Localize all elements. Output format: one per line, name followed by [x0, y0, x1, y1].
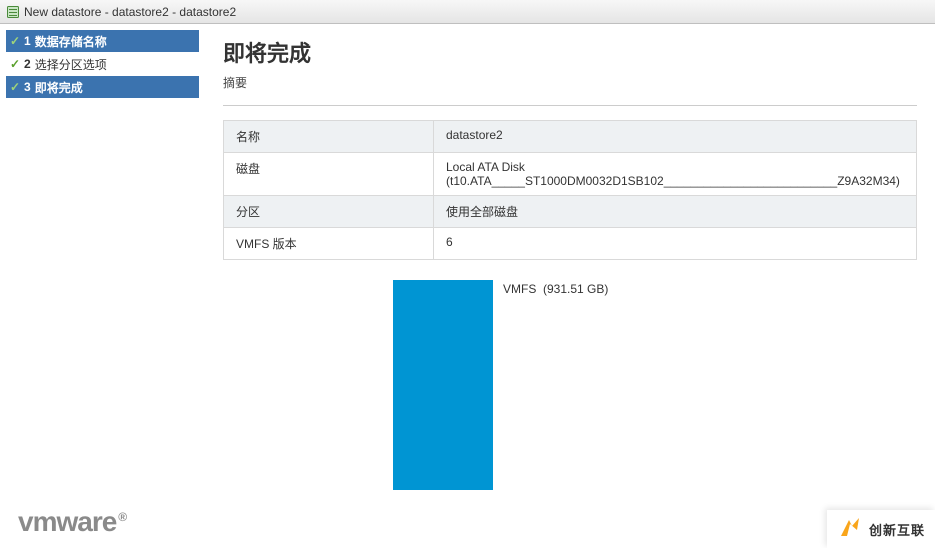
table-row: VMFS 版本 6: [224, 228, 917, 260]
page-subtitle: 摘要: [223, 74, 917, 106]
partition-block: [393, 280, 493, 490]
step-label: 选择分区选项: [35, 56, 195, 73]
summary-value: Local ATA Disk (t10.ATA_____ST1000DM0032…: [434, 153, 917, 196]
table-row: 名称 datastore2: [224, 121, 917, 153]
partition-label: VMFS (931.51 GB): [503, 282, 608, 296]
summary-value: 6: [434, 228, 917, 260]
wizard-step-2[interactable]: ✓ 2 选择分区选项: [6, 53, 199, 75]
window-title: New datastore - datastore2 - datastore2: [24, 5, 236, 19]
brand-text: 创新互联: [869, 520, 925, 539]
step-number: 1: [24, 34, 31, 48]
summary-key: 分区: [224, 196, 434, 228]
wizard-steps: ✓ 1 数据存储名称 ✓ 2 选择分区选项 ✓ 3 即将完成: [0, 24, 205, 502]
step-label: 数据存储名称: [35, 33, 195, 50]
summary-key: VMFS 版本: [224, 228, 434, 260]
check-icon: ✓: [8, 57, 22, 71]
vmware-logo: vmware®: [18, 506, 126, 538]
wizard-step-1[interactable]: ✓ 1 数据存储名称: [6, 30, 199, 52]
brand-badge: 创新互联: [827, 510, 935, 548]
datastore-icon: [6, 5, 20, 19]
summary-value: 使用全部磁盘: [434, 196, 917, 228]
wizard-step-3[interactable]: ✓ 3 即将完成: [6, 76, 199, 98]
check-icon: ✓: [8, 34, 22, 48]
summary-value: datastore2: [434, 121, 917, 153]
step-label: 即将完成: [35, 79, 195, 96]
summary-table: 名称 datastore2 磁盘 Local ATA Disk (t10.ATA…: [223, 120, 917, 260]
table-row: 分区 使用全部磁盘: [224, 196, 917, 228]
partition-visual: VMFS (931.51 GB): [223, 280, 917, 490]
page-title: 即将完成: [223, 36, 917, 68]
check-icon: ✓: [8, 80, 22, 94]
step-number: 2: [24, 57, 31, 71]
table-row: 磁盘 Local ATA Disk (t10.ATA_____ST1000DM0…: [224, 153, 917, 196]
summary-key: 名称: [224, 121, 434, 153]
titlebar: New datastore - datastore2 - datastore2: [0, 0, 935, 24]
brand-icon: [837, 516, 863, 542]
summary-key: 磁盘: [224, 153, 434, 196]
step-number: 3: [24, 80, 31, 94]
main-content: 即将完成 摘要 名称 datastore2 磁盘 Local ATA Disk …: [205, 24, 935, 502]
